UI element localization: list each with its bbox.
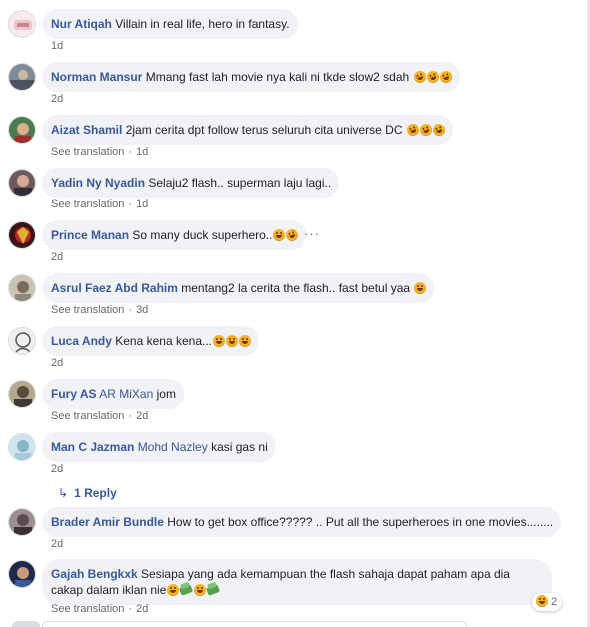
laughing-emoji-icon [167,584,180,596]
comment-author[interactable]: Gajah Bengkxk [51,567,138,581]
avatar[interactable] [8,433,36,461]
see-translation-link[interactable]: See translation [51,304,124,316]
avatar[interactable] [8,508,36,536]
laughing-emoji-icon [194,584,207,596]
comment-meta: 2d [51,251,63,263]
money-emoji-icon [206,584,221,596]
avatar[interactable] [8,169,36,197]
comment-bubble: Brader Amir Bundle How to get box office… [42,507,562,537]
comment-text: How to get box office????? .. Put all th… [167,515,554,529]
rofl-emoji-icon [418,122,434,138]
comment-time[interactable]: 1d [136,198,148,210]
comment-bubble-partial [42,621,467,627]
avatar[interactable] [8,116,36,144]
comment-bubble: Fury AS AR MiXan jom [42,379,184,409]
comment-author[interactable]: Yadin Ny Nyadin [51,176,145,190]
comment-time[interactable]: 1d [136,146,148,158]
comment-author[interactable]: Norman Mansur [51,70,142,84]
comment-bubble: Yadin Ny Nyadin Selaju2 flash.. superman… [42,168,340,198]
reaction-summary[interactable]: 2 [532,593,563,611]
comment-author[interactable]: Luca Andy [51,334,112,348]
comment-bubble: Asrul Faez Abd Rahim mentang2 la cerita … [42,273,435,303]
comment-time[interactable]: 2d [51,538,63,550]
comment-meta: 1d [51,40,63,52]
see-translation-link[interactable]: See translation [51,410,124,422]
comment-author[interactable]: Nur Atiqah [51,17,112,31]
comment-time[interactable]: 2d [51,251,63,263]
comment-author[interactable]: Man C Jazman [51,440,134,454]
comment-text: mentang2 la cerita the flash.. fast betu… [181,281,411,295]
rofl-emoji-icon [405,122,421,138]
comment-text: Villain in real life, hero in fantasy. [115,17,290,31]
comment-author[interactable]: Prince Manan [51,228,129,242]
comment-bubble: Nur Atiqah Villain in real life, hero in… [42,9,298,39]
money-emoji-icon [179,584,194,596]
comment-text: So many duck superhero.. [132,228,273,242]
laughing-emoji-icon [213,335,225,347]
comment-author[interactable]: Asrul Faez Abd Rahim [51,281,178,295]
rofl-emoji-icon [284,227,301,243]
comment-text: jom [156,387,176,401]
avatar[interactable] [8,63,36,91]
see-translation-link[interactable]: See translation [51,198,124,210]
comment-author[interactable]: Aizat Shamil [51,123,122,137]
comment-time[interactable]: 2d [51,463,63,475]
avatar [12,621,40,627]
comment-author[interactable]: Fury AS [51,387,97,401]
avatar[interactable] [8,380,36,408]
comment-meta: See translation · 3d [51,304,149,316]
comment-author[interactable]: Brader Amir Bundle [51,515,164,529]
comment-bubble: Aizat Shamil 2jam cerita dpt follow teru… [42,115,453,145]
comment-bubble: Luca Andy Kena kena kena... [42,326,259,356]
see-translation-link[interactable]: See translation [51,603,124,615]
comment-bubble: Gajah Bengkxk Sesiapa yang ada kemampuan… [42,559,552,605]
comment-text: Mmang fast lah movie nya kali ni tkde sl… [145,70,410,84]
avatar[interactable] [8,560,36,588]
avatar[interactable] [8,274,36,302]
comment-meta: 2d [51,538,63,550]
replies-count: 1 Reply [74,486,117,500]
haha-reaction-icon [536,595,548,607]
view-replies-link[interactable]: ↳ 1 Reply [58,486,117,500]
comment-meta: See translation · 2d [51,603,149,615]
comment-meta: See translation · 1d [51,198,149,210]
comment-time[interactable]: 2d [51,93,63,105]
rofl-emoji-icon [424,69,441,85]
avatar[interactable] [8,327,36,355]
comment-bubble: Man C Jazman Mohd Nazley kasi gas ni [42,432,276,462]
comment-time[interactable]: 1d [51,40,63,52]
more-options-icon[interactable]: ··· [304,226,320,241]
comment-meta: 2d [51,463,63,475]
laughing-emoji-icon [414,282,427,294]
tagged-user[interactable]: Mohd Nazley [138,440,208,454]
laughing-emoji-icon [226,335,238,347]
comment-bubble: Prince Manan So many duck superhero.. [42,220,307,250]
comment-bubble: Norman Mansur Mmang fast lah movie nya k… [42,62,460,92]
reaction-count: 2 [551,596,558,608]
comment-text: Selaju2 flash.. superman laju lagi.. [148,176,332,190]
comment-text: kasi gas ni [211,440,268,454]
comment-time[interactable]: 2d [136,603,148,615]
comment-meta: See translation · 1d [51,146,149,158]
comment-text: 2jam cerita dpt follow terus seluruh cit… [125,123,403,137]
avatar[interactable] [8,10,36,38]
see-translation-link[interactable]: See translation [51,146,124,158]
comment-meta: 2d [51,357,63,369]
tagged-user[interactable]: AR MiXan [99,387,153,401]
rofl-emoji-icon [431,122,447,138]
comment-time[interactable]: 2d [136,410,148,422]
comment-meta: 2d [51,93,63,105]
rofl-emoji-icon [411,69,428,85]
comment-meta: See translation · 2d [51,410,149,422]
comment-time[interactable]: 2d [51,357,63,369]
comment-time[interactable]: 3d [136,304,148,316]
laughing-emoji-icon [239,335,251,347]
rofl-emoji-icon [437,69,454,85]
avatar[interactable] [8,221,36,249]
reply-arrow-icon: ↳ [58,486,69,500]
comment-text: Kena kena kena... [115,334,212,348]
laughing-emoji-icon [273,229,286,241]
